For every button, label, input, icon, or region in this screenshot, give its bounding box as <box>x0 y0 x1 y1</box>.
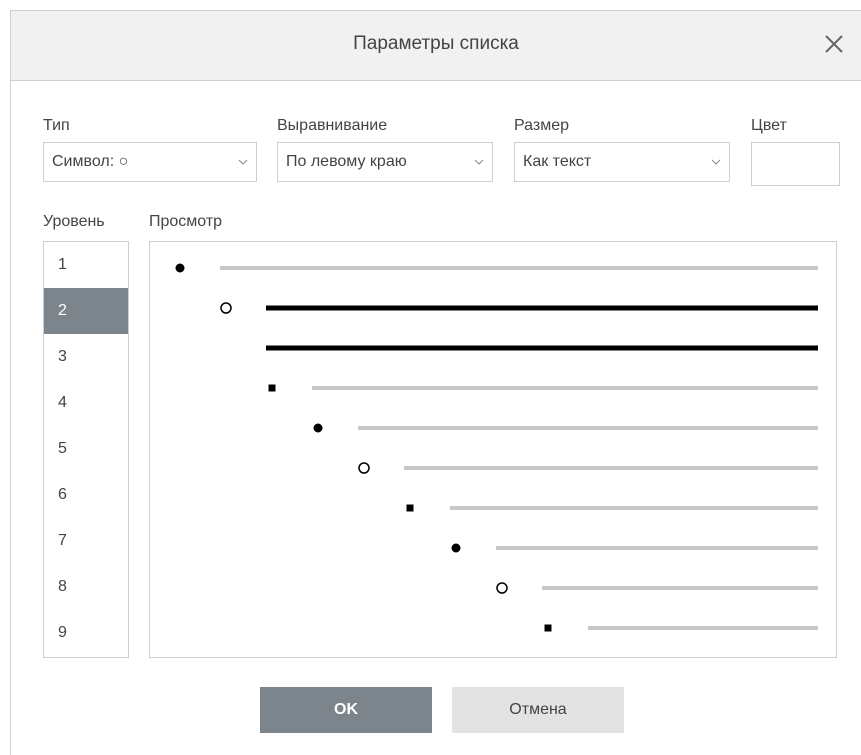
hollow-circle-bullet-icon <box>358 462 370 474</box>
list-settings-dialog: Параметры списка Тип Символ: ○ Выравнива… <box>10 10 861 755</box>
filled-circle-bullet-icon <box>175 263 185 273</box>
level-item-5[interactable]: 5 <box>44 426 128 472</box>
cancel-button[interactable]: Отмена <box>452 687 624 733</box>
level-item-4[interactable]: 4 <box>44 380 128 426</box>
type-value: Символ: ○ <box>52 153 129 170</box>
levels-label: Уровень <box>43 213 105 230</box>
filled-circle-bullet-icon <box>451 543 461 553</box>
level-item-3[interactable]: 3 <box>44 334 128 380</box>
level-item-8[interactable]: 8 <box>44 564 128 610</box>
type-select[interactable]: Символ: ○ <box>43 142 257 182</box>
level-item-1[interactable]: 1 <box>44 242 128 288</box>
levels-list: 123456789 <box>43 241 129 658</box>
type-label: Тип <box>43 117 70 134</box>
hollow-circle-bullet-icon <box>496 582 508 594</box>
size-select[interactable]: Как текст <box>514 142 730 182</box>
filled-square-bullet-icon <box>268 384 276 392</box>
size-label: Размер <box>514 117 569 134</box>
preview-panel <box>149 241 837 658</box>
level-item-7[interactable]: 7 <box>44 518 128 564</box>
level-item-6[interactable]: 6 <box>44 472 128 518</box>
preview-canvas <box>175 263 818 632</box>
preview-label: Просмотр <box>149 213 223 230</box>
alignment-value: По левому краю <box>286 153 407 170</box>
hollow-circle-bullet-icon <box>220 302 232 314</box>
close-icon[interactable] <box>819 29 849 59</box>
chevron-down-icon <box>238 159 248 165</box>
alignment-label: Выравнивание <box>277 117 388 134</box>
chevron-down-icon <box>711 159 721 165</box>
level-item-2[interactable]: 2 <box>44 288 128 334</box>
filled-square-bullet-icon <box>406 504 414 512</box>
ok-button[interactable]: OK <box>260 687 432 733</box>
filled-square-bullet-icon <box>544 624 552 632</box>
dialog-title: Параметры списка <box>353 33 519 54</box>
filled-circle-bullet-icon <box>313 423 323 433</box>
dialog-header: Параметры списка <box>11 11 861 81</box>
size-value: Как текст <box>523 153 592 170</box>
color-label: Цвет <box>751 117 787 134</box>
level-item-9[interactable]: 9 <box>44 610 128 656</box>
color-picker[interactable] <box>751 142 840 186</box>
chevron-down-icon <box>474 159 484 165</box>
alignment-select[interactable]: По левому краю <box>277 142 493 182</box>
